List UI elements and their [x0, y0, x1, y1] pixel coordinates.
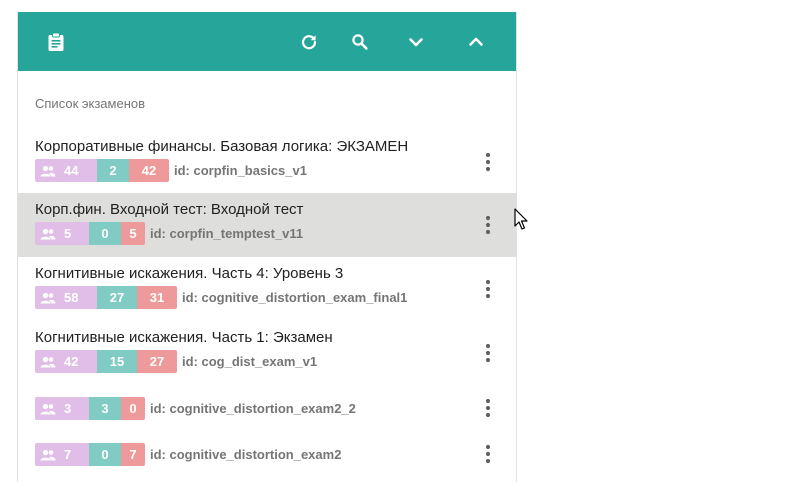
refresh-icon[interactable]	[293, 26, 325, 58]
exam-stats: 3 3 0 id: cognitive_distortion_exam2_2	[35, 397, 356, 420]
exams-panel: Список экзаменов Корпоративные финансы. …	[17, 12, 517, 482]
users-count-badge: 5	[35, 222, 89, 245]
users-count-badge: 42	[35, 350, 97, 373]
exam-list-item[interactable]: Корпоративные финансы. Базовая логика: Э…	[18, 130, 516, 194]
people-icon	[40, 165, 56, 176]
exam-title: Корпоративные финансы. Базовая логика: Э…	[35, 138, 409, 155]
exam-stats: 7 0 7 id: cognitive_distortion_exam2	[35, 443, 341, 466]
clipboard-icon[interactable]	[40, 26, 72, 58]
more-vert-icon[interactable]	[478, 211, 498, 239]
chevron-up-icon[interactable]	[460, 26, 492, 58]
exam-stats: 42 15 27 id: cog_dist_exam_v1	[35, 350, 317, 373]
users-count: 7	[64, 447, 72, 462]
exam-title: Когнитивные искажения. Часть 4: Уровень …	[35, 265, 344, 282]
exam-id: id: corpfin_temptest_v11	[150, 226, 304, 241]
exam-list-item[interactable]: 3 3 0 id: cognitive_distortion_exam2_2	[18, 385, 516, 431]
more-vert-icon[interactable]	[478, 275, 498, 303]
failed-count-badge: 27	[137, 350, 177, 373]
passed-count-badge: 0	[89, 222, 121, 245]
exam-title: Корп.фин. Входной тест: Входной тест	[35, 201, 304, 218]
exam-list-item[interactable]: Когнитивные искажения. Часть 4: Уровень …	[18, 257, 516, 321]
users-count: 5	[64, 226, 72, 241]
people-icon	[40, 292, 56, 303]
exam-id: id: cognitive_distortion_exam2_2	[150, 401, 356, 416]
section-title: Список экзаменов	[35, 96, 146, 111]
users-count: 42	[64, 354, 79, 369]
failed-count-badge: 31	[137, 286, 177, 309]
failed-count-badge: 0	[121, 397, 145, 420]
exam-id: id: cognitive_distortion_exam_final1	[182, 290, 408, 305]
exam-list-item[interactable]: Корп.фин. Входной тест: Входной тест 5 0 5 i…	[18, 193, 516, 257]
users-count: 58	[64, 290, 79, 305]
people-icon	[40, 403, 56, 414]
users-count-badge: 44	[35, 159, 97, 182]
users-count-badge: 7	[35, 443, 89, 466]
exam-id: id: corpfin_basics_v1	[174, 163, 307, 178]
people-icon	[40, 228, 56, 239]
users-count-badge: 58	[35, 286, 97, 309]
failed-count-badge: 7	[121, 443, 145, 466]
exam-id: id: cog_dist_exam_v1	[182, 354, 318, 369]
more-vert-icon[interactable]	[478, 440, 498, 468]
people-icon	[40, 449, 56, 460]
users-count: 3	[64, 401, 72, 416]
users-count: 44	[64, 163, 79, 178]
exam-id: id: cognitive_distortion_exam2	[150, 447, 342, 462]
exam-stats: 5 0 5 id: corpfin_temptest_v11	[35, 222, 303, 245]
more-vert-icon[interactable]	[478, 339, 498, 367]
exam-stats: 44 2 42 id: corpfin_basics_v1	[35, 159, 307, 182]
passed-count-badge: 0	[89, 443, 121, 466]
exam-list-item[interactable]: 7 0 7 id: cognitive_distortion_exam2	[18, 431, 516, 477]
passed-count-badge: 2	[97, 159, 129, 182]
passed-count-badge: 27	[97, 286, 137, 309]
toolbar	[18, 12, 516, 71]
passed-count-badge: 15	[97, 350, 137, 373]
exam-title: Когнитивные искажения. Часть 1: Экзамен	[35, 329, 333, 346]
users-count-badge: 3	[35, 397, 89, 420]
failed-count-badge: 42	[129, 159, 169, 182]
search-icon[interactable]	[344, 26, 376, 58]
more-vert-icon[interactable]	[478, 394, 498, 422]
people-icon	[40, 356, 56, 367]
failed-count-badge: 5	[121, 222, 145, 245]
mouse-cursor-icon	[514, 208, 528, 230]
exam-list-item[interactable]: Когнитивные искажения. Часть 1: Экзамен 4…	[18, 321, 516, 385]
more-vert-icon[interactable]	[478, 148, 498, 176]
passed-count-badge: 3	[89, 397, 121, 420]
chevron-down-icon[interactable]	[400, 26, 432, 58]
exam-stats: 58 27 31 id: cognitive_distortion_exam_fina…	[35, 286, 407, 309]
